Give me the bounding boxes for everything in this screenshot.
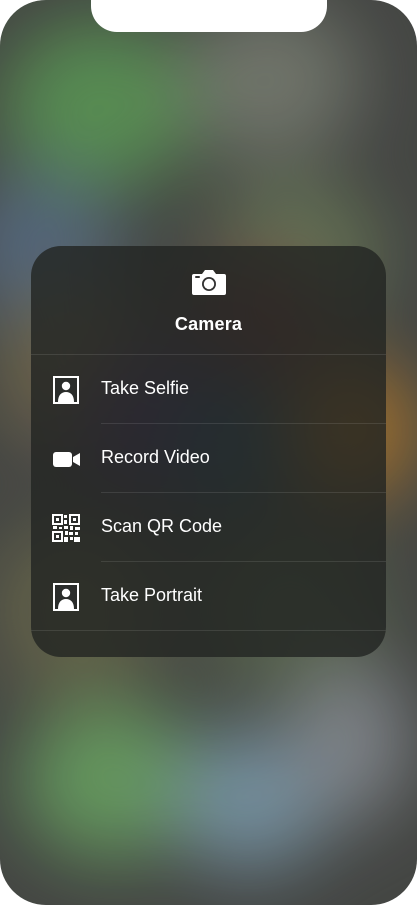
device-notch [91,0,327,32]
menu-title: Camera [174,314,243,334]
menu-item-label: Record Video [101,447,210,467]
menu-item-take-portrait[interactable]: Take Portrait [31,562,386,631]
camera-icon [192,270,226,295]
menu-item-label: Take Selfie [101,378,190,398]
camera-quick-actions-menu: Camera Take Selfie Record Video Scan QR … [31,246,386,657]
portrait-icon [53,583,79,611]
selfie-portrait-icon [53,376,79,404]
menu-item-record-video[interactable]: Record Video [31,424,386,493]
divider [31,630,386,631]
menu-item-label: Take Portrait [101,585,203,605]
video-camera-icon [53,452,80,467]
menu-header: Camera [31,246,386,355]
menu-item-take-selfie[interactable]: Take Selfie [31,355,386,424]
qr-code-icon [52,514,80,542]
menu-item-label: Scan QR Code [101,516,223,536]
menu-item-scan-qr-code[interactable]: Scan QR Code [31,493,386,562]
